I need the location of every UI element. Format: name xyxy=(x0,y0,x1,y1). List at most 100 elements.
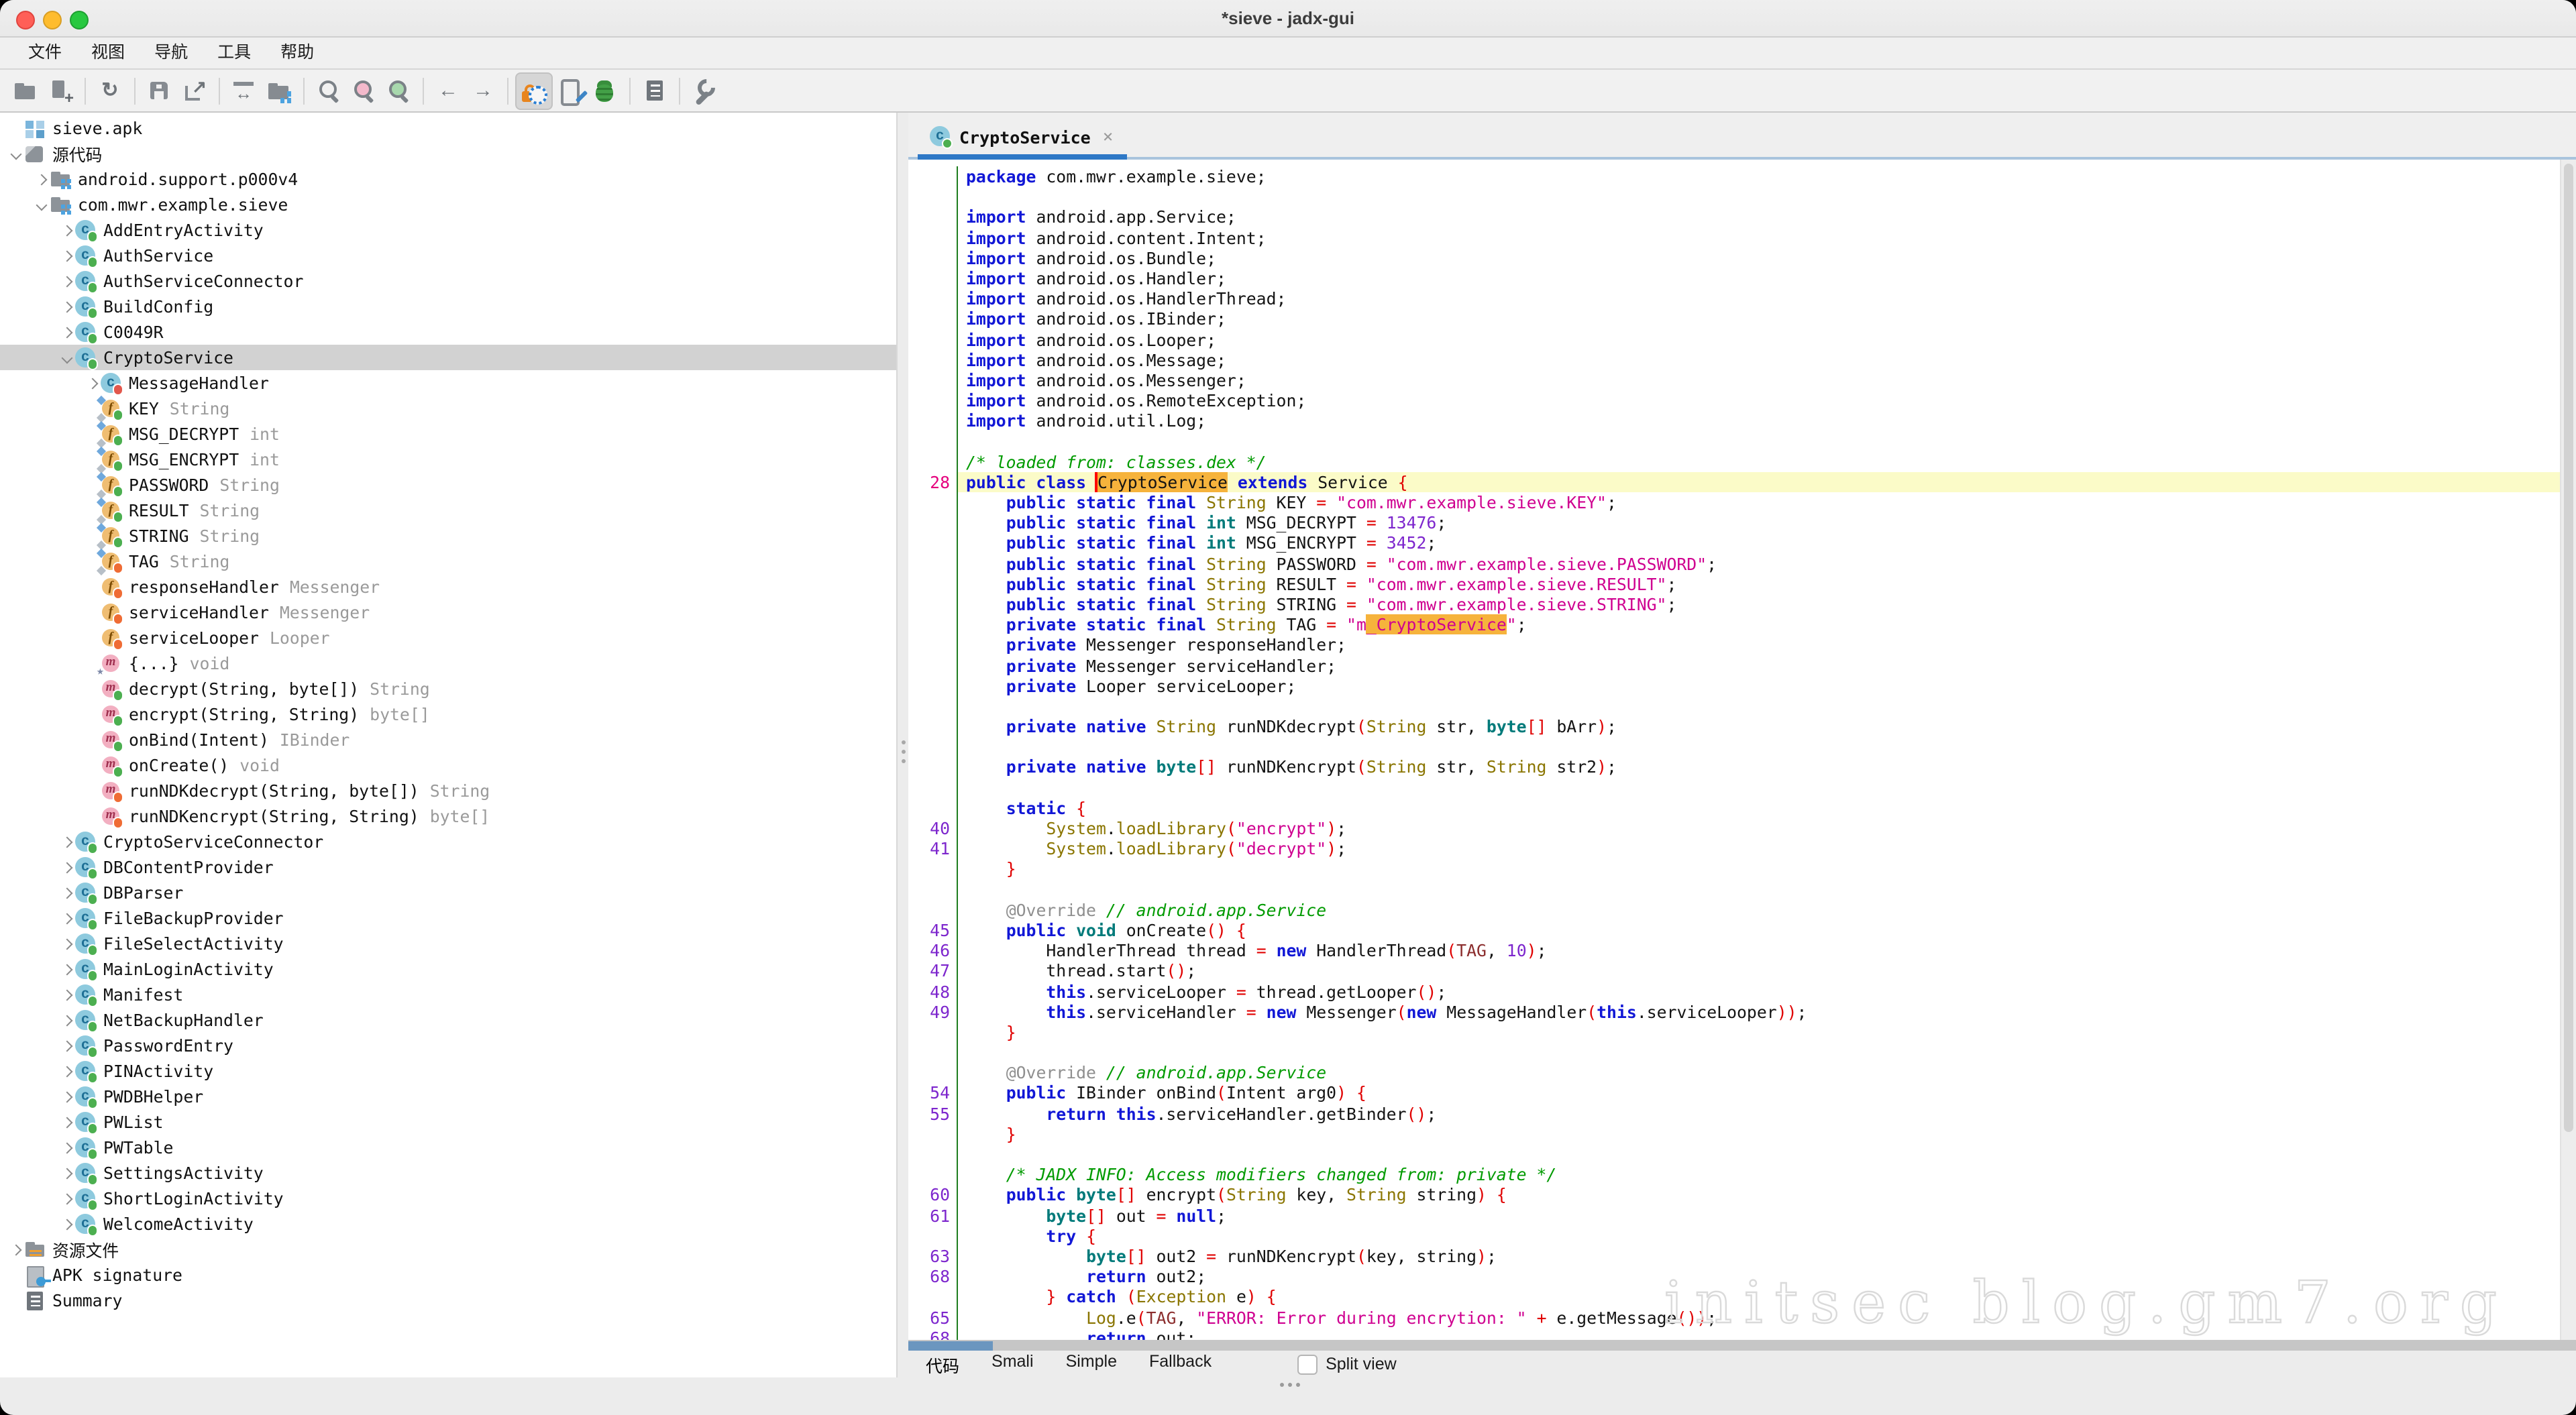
tree-item-passwordentry[interactable]: PasswordEntry xyxy=(0,1033,896,1058)
code-line[interactable]: 68 return out2; xyxy=(908,1266,2576,1286)
tree-item-dbcontentprovider[interactable]: DBContentProvider xyxy=(0,854,896,880)
code-line[interactable] xyxy=(908,1144,2576,1164)
tree-item-messagehandler[interactable]: MessageHandler xyxy=(0,370,896,396)
vertical-scrollbar[interactable] xyxy=(2560,160,2576,1340)
chevron-right-icon[interactable] xyxy=(59,1139,75,1155)
chevron-right-icon[interactable] xyxy=(59,936,75,952)
code-line[interactable]: 49 this.serviceHandler = new Messenger(n… xyxy=(908,1001,2576,1021)
back-icon[interactable]: ← xyxy=(431,73,466,108)
code-line[interactable]: /* JADX INFO: Access modifiers changed f… xyxy=(908,1164,2576,1184)
code-line[interactable]: import android.os.RemoteException; xyxy=(908,390,2576,410)
chevron-right-icon[interactable] xyxy=(59,834,75,850)
chevron-down-icon[interactable] xyxy=(59,349,75,365)
code-view-tab-代码[interactable]: 代码 xyxy=(926,1351,959,1377)
reload-icon[interactable]: ↻ xyxy=(93,73,127,108)
debug-icon[interactable] xyxy=(588,73,623,108)
save-all-icon[interactable] xyxy=(142,73,177,108)
export-icon[interactable] xyxy=(177,73,212,108)
tree-item-servicehandler[interactable]: serviceHandlerMessenger xyxy=(0,600,896,625)
chevron-right-icon[interactable] xyxy=(59,986,75,1003)
code-line[interactable]: 68 return out; xyxy=(908,1327,2576,1340)
code-line[interactable]: import android.util.Log; xyxy=(908,411,2576,431)
code-view-tab-fallback[interactable]: Fallback xyxy=(1149,1351,1212,1377)
tree-item-sieve-apk[interactable]: sieve.apk xyxy=(0,115,896,141)
menu-item-1[interactable]: 文件 xyxy=(13,38,76,68)
tree-item-shortloginactivity[interactable]: ShortLoginActivity xyxy=(0,1186,896,1211)
tree-item-cryptoserviceconnector[interactable]: CryptoServiceConnector xyxy=(0,829,896,854)
resize-grip[interactable] xyxy=(1288,1383,1292,1387)
deobfuscation-icon[interactable] xyxy=(515,72,553,109)
preferences-icon[interactable] xyxy=(687,73,722,108)
code-line[interactable]: 55 return this.serviceHandler.getBinder(… xyxy=(908,1103,2576,1123)
menu-item-5[interactable]: 帮助 xyxy=(266,38,329,68)
chevron-right-icon[interactable] xyxy=(59,1063,75,1079)
code-line[interactable]: import android.os.Handler; xyxy=(908,268,2576,288)
code-line[interactable]: private Messenger responseHandler; xyxy=(908,635,2576,655)
tree-item-manifest[interactable]: Manifest xyxy=(0,982,896,1007)
code-line[interactable]: import android.os.Message; xyxy=(908,349,2576,370)
tree-item-dbparser[interactable]: DBParser xyxy=(0,880,896,905)
tree-item-mainloginactivity[interactable]: MainLoginActivity xyxy=(0,956,896,982)
code-line[interactable]: public static final int MSG_DECRYPT = 13… xyxy=(908,512,2576,532)
sync-icon[interactable] xyxy=(262,73,297,108)
code-line[interactable]: private Looper serviceLooper; xyxy=(908,675,2576,695)
device-icon[interactable] xyxy=(553,73,588,108)
tree-item-android-support-p000v4[interactable]: android.support.p000v4 xyxy=(0,166,896,192)
tree-item-pwdbhelper[interactable]: PWDBHelper xyxy=(0,1084,896,1109)
split-view-toggle[interactable]: Split view xyxy=(1297,1354,1397,1374)
code-line[interactable]: } catch (Exception e) { xyxy=(908,1287,2576,1307)
log-viewer-icon[interactable] xyxy=(637,73,672,108)
code-line[interactable]: } xyxy=(908,1022,2576,1042)
tree-item-fileselectactivity[interactable]: FileSelectActivity xyxy=(0,931,896,956)
code-line[interactable]: @Override // android.app.Service xyxy=(908,1063,2576,1083)
chevron-right-icon[interactable] xyxy=(59,1012,75,1028)
tree-item-c0049r[interactable]: C0049R xyxy=(0,319,896,345)
code-view-tab-smali[interactable]: Smali xyxy=(991,1351,1034,1377)
tree-item-settingsactivity[interactable]: SettingsActivity xyxy=(0,1160,896,1186)
code-line[interactable]: public static final String RESULT = "com… xyxy=(908,574,2576,594)
forward-icon[interactable]: → xyxy=(466,73,500,108)
tree-item-cryptoservice[interactable]: CryptoService xyxy=(0,345,896,370)
tree-item-pinactivity[interactable]: PINActivity xyxy=(0,1058,896,1084)
open-file-icon[interactable] xyxy=(8,73,43,108)
menu-item-3[interactable]: 导航 xyxy=(140,38,203,68)
code-line[interactable]: import android.app.Service; xyxy=(908,207,2576,227)
code-line[interactable]: 40 System.loadLibrary("encrypt"); xyxy=(908,818,2576,838)
code-line[interactable]: 45 public void onCreate() { xyxy=(908,920,2576,940)
chevron-right-icon[interactable] xyxy=(59,1114,75,1130)
tree-item-addentryactivity[interactable]: AddEntryActivity xyxy=(0,217,896,243)
tree-item-responsehandler[interactable]: responseHandlerMessenger xyxy=(0,574,896,600)
code-line[interactable]: private Messenger serviceHandler; xyxy=(908,655,2576,675)
search-icon[interactable] xyxy=(311,73,346,108)
code-line[interactable]: } xyxy=(908,1124,2576,1144)
code-line[interactable]: 61 byte[] out = null; xyxy=(908,1205,2576,1225)
chevron-right-icon[interactable] xyxy=(59,222,75,238)
code-line[interactable] xyxy=(908,431,2576,451)
tree-item-msg-encrypt[interactable]: MSG_ENCRYPTint xyxy=(0,447,896,472)
chevron-right-icon[interactable] xyxy=(8,1241,24,1257)
code-line[interactable]: public static final String KEY = "com.mw… xyxy=(908,492,2576,512)
code-line[interactable]: private native byte[] runNDKencrypt(Stri… xyxy=(908,757,2576,777)
tree-item-资源文件[interactable]: 资源文件 xyxy=(0,1237,896,1262)
tree-item-源代码[interactable]: 源代码 xyxy=(0,141,896,166)
code-line[interactable] xyxy=(908,737,2576,757)
tree-item-welcomeactivity[interactable]: WelcomeActivity xyxy=(0,1211,896,1237)
code-line[interactable]: 54 public IBinder onBind(Intent arg0) { xyxy=(908,1083,2576,1103)
chevron-right-icon[interactable] xyxy=(34,171,50,187)
code-line[interactable]: import android.content.Intent; xyxy=(908,227,2576,247)
code-line[interactable] xyxy=(908,186,2576,207)
code-line[interactable]: /* loaded from: classes.dex */ xyxy=(908,451,2576,471)
chevron-right-icon[interactable] xyxy=(85,375,101,391)
tree-item-netbackuphandler[interactable]: NetBackupHandler xyxy=(0,1007,896,1033)
chevron-right-icon[interactable] xyxy=(59,247,75,264)
tree-item-authservice[interactable]: AuthService xyxy=(0,243,896,268)
class-search-icon[interactable] xyxy=(381,73,416,108)
tree-item-filebackupprovider[interactable]: FileBackupProvider xyxy=(0,905,896,931)
code-line[interactable]: @Override // android.app.Service xyxy=(908,900,2576,920)
code-line[interactable]: } xyxy=(908,859,2576,879)
tree-item-encrypt-string-string-[interactable]: encrypt(String, String)byte[] xyxy=(0,701,896,727)
chevron-right-icon[interactable] xyxy=(59,1216,75,1232)
code-line[interactable]: try { xyxy=(908,1226,2576,1246)
text-search-icon[interactable] xyxy=(346,73,381,108)
code-line[interactable] xyxy=(908,1042,2576,1062)
